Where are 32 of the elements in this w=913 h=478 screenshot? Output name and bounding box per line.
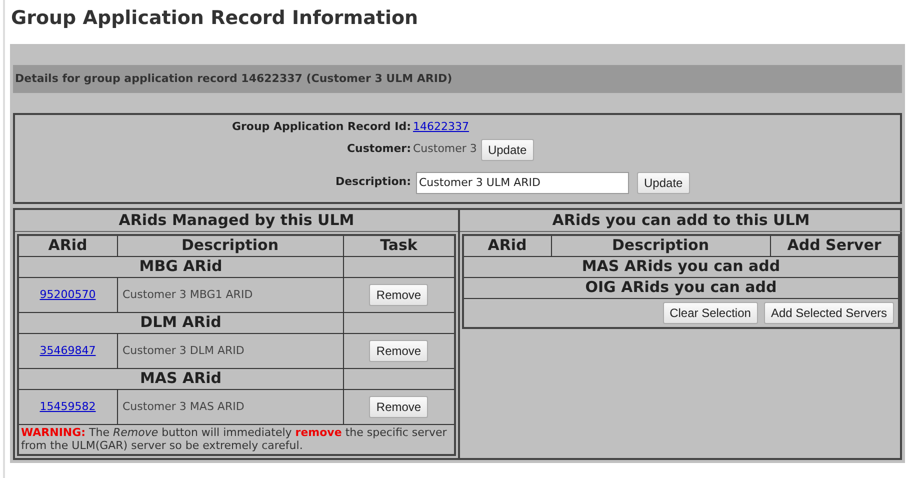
update-button[interactable]: Update: [480, 138, 534, 160]
update-button[interactable]: Update: [637, 172, 690, 194]
page-title: Group Application Record Information: [11, 6, 418, 30]
description-field[interactable]: Customer 3 ULM ARID: [416, 172, 629, 194]
group-heading: DLM ARid: [140, 312, 222, 330]
clear-selection-button[interactable]: Clear Selection: [662, 302, 758, 324]
details-bar: Details for group application record 14622337 (Customer 3 ULM ARID): [13, 65, 902, 93]
column-header: Add Server: [787, 236, 882, 254]
remove-button[interactable]: Remove: [369, 340, 428, 362]
column-header: Description: [181, 236, 279, 254]
description-cell: Customer 3 DLM ARID: [122, 344, 244, 356]
column-header: ARid: [488, 236, 527, 254]
add-servers-button[interactable]: Add Selected Servers: [764, 302, 894, 324]
record-id-label: Group Application Record Id:: [232, 119, 411, 135]
group-heading: MAS ARid: [140, 368, 222, 386]
column-header: Description: [612, 236, 710, 254]
panel-title: ARids Managed by this ULM: [15, 210, 458, 232]
group-heading: OIG ARids you can add: [585, 278, 777, 296]
description-label: Description:: [335, 174, 411, 190]
customer-label: Customer:: [346, 141, 411, 158]
customer-value: Customer 3: [413, 141, 477, 158]
column-header: ARid: [48, 236, 88, 254]
group-heading: MBG ARid: [139, 256, 222, 274]
column-header: Task: [380, 236, 418, 254]
description-cell: Customer 3 MBG1 ARID: [122, 288, 253, 300]
record-id-link[interactable]: 14622337: [413, 119, 469, 136]
group-heading: MAS ARids you can add: [582, 256, 780, 274]
warning-text: WARNING: The Remove button will immediately remove the specific server from the ULM(GAR) server so be extremely careful.: [21, 426, 448, 452]
description-cell: Customer 3 MAS ARID: [122, 400, 244, 412]
remove-button[interactable]: Remove: [369, 284, 428, 306]
panel-title: ARids you can add to this ULM: [460, 210, 902, 232]
remove-button[interactable]: Remove: [369, 396, 428, 418]
